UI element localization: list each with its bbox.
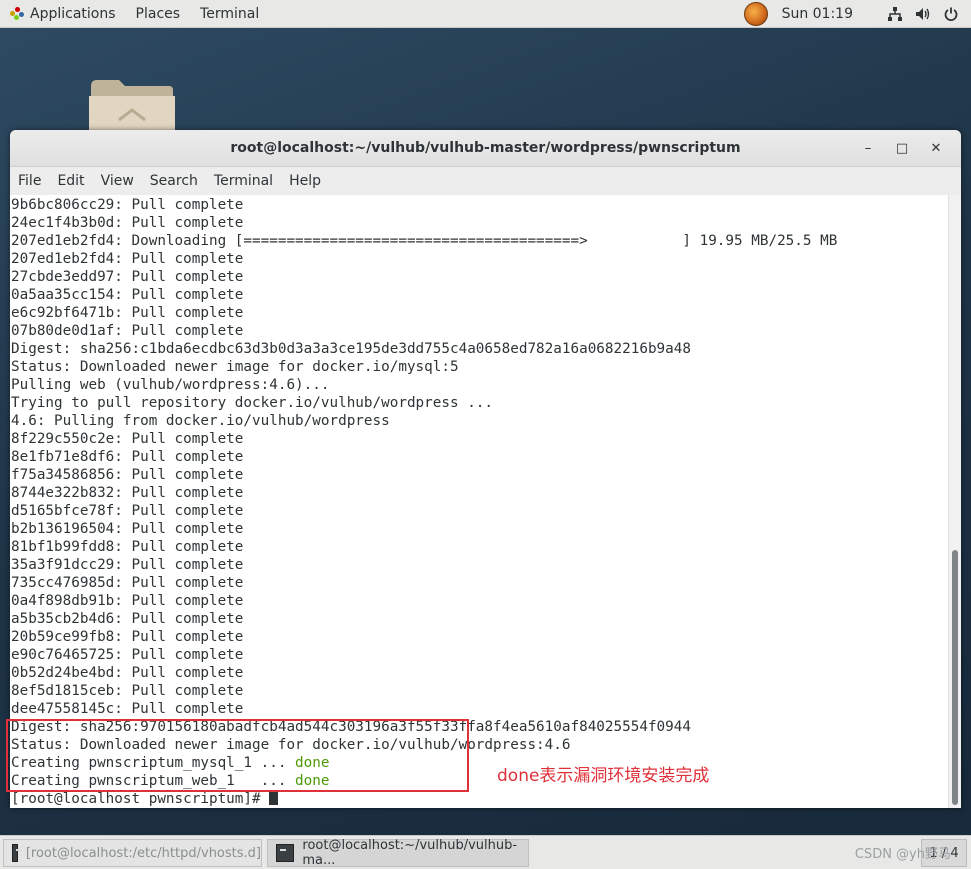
terminal-line: 8f229c550c2e: Pull complete	[11, 431, 244, 447]
menu-help[interactable]: Help	[281, 173, 329, 189]
menu-edit[interactable]: Edit	[49, 173, 92, 189]
annotation-text: done表示漏洞环境安装完成	[497, 766, 710, 786]
terminal-line: 07b80de0d1af: Pull complete	[11, 323, 244, 339]
menu-file[interactable]: File	[10, 173, 49, 189]
close-button[interactable]: ✕	[919, 135, 953, 161]
terminal-line: 735cc476985d: Pull complete	[11, 575, 244, 591]
annotation-highlight-box	[6, 719, 469, 792]
taskbar-item-vhosts[interactable]: [root@localhost:/etc/httpd/vhosts.d]	[3, 839, 262, 867]
network-icon[interactable]	[887, 6, 903, 22]
menu-search[interactable]: Search	[142, 173, 206, 189]
top-panel: Applications Places Terminal Sun 01:19	[0, 0, 971, 28]
terminal-line: 207ed1eb2fd4: Downloading [=============…	[11, 233, 838, 249]
terminal-line: Digest: sha256:c1bda6ecdbc63d3b0d3a3a3ce…	[11, 341, 691, 357]
terminal-line: e6c92bf6471b: Pull complete	[11, 305, 244, 321]
gnome-foot-icon	[10, 6, 24, 21]
power-icon[interactable]	[943, 6, 959, 22]
taskbar-item-label: root@localhost:~/vulhub/vulhub-ma...	[302, 838, 518, 868]
places-menu[interactable]: Places	[126, 0, 191, 27]
terminal-cursor	[269, 790, 279, 805]
terminal-icon	[12, 844, 22, 862]
terminal-output[interactable]: 9b6bc806cc29: Pull complete 24ec1f4b3b0d:…	[10, 195, 949, 808]
terminal-line: dee47558145c: Pull complete	[11, 701, 244, 717]
terminal-line: 24ec1f4b3b0d: Pull complete	[11, 215, 244, 231]
menu-view[interactable]: View	[93, 173, 142, 189]
terminal-line: e90c76465725: Pull complete	[11, 647, 244, 663]
scrollbar[interactable]	[948, 195, 961, 808]
terminal-line: 9b6bc806cc29: Pull complete	[11, 197, 244, 213]
applications-label: Applications	[30, 5, 116, 22]
terminal-line: a5b35cb2b4d6: Pull complete	[11, 611, 244, 627]
window-titlebar[interactable]: root@localhost:~/vulhub/vulhub-master/wo…	[10, 130, 961, 167]
terminal-line: 4.6: Pulling from docker.io/vulhub/wordp…	[11, 413, 390, 429]
home-folder-icon[interactable]	[89, 76, 175, 132]
terminal-line: 20b59ce99fb8: Pull complete	[11, 629, 244, 645]
terminal-icon	[276, 844, 295, 862]
terminal-line: 27cbde3edd97: Pull complete	[11, 269, 244, 285]
window-title: root@localhost:~/vulhub/vulhub-master/wo…	[230, 140, 741, 156]
terminal-window[interactable]: root@localhost:~/vulhub/vulhub-master/wo…	[10, 130, 961, 808]
terminal-line: 8744e322b832: Pull complete	[11, 485, 244, 501]
terminal-line: 207ed1eb2fd4: Pull complete	[11, 251, 244, 267]
volume-icon[interactable]	[915, 6, 931, 22]
terminal-line: 0a4f898db91b: Pull complete	[11, 593, 244, 609]
terminal-line: 81bf1b99fdd8: Pull complete	[11, 539, 244, 555]
terminal-prompt-line[interactable]: [root@localhost pwnscriptum]#	[11, 790, 949, 808]
watermark: CSDN @yh野马	[854, 847, 951, 862]
terminal-line: 35a3f91dcc29: Pull complete	[11, 557, 244, 573]
shell-prompt: [root@localhost pwnscriptum]#	[11, 791, 270, 807]
taskbar: [root@localhost:/etc/httpd/vhosts.d] roo…	[0, 835, 971, 869]
scrollbar-thumb[interactable]	[952, 550, 958, 805]
taskbar-item-label: [root@localhost:/etc/httpd/vhosts.d]	[25, 845, 261, 861]
terminal-line: Status: Downloaded newer image for docke…	[11, 359, 459, 375]
terminal-line: b2b136196504: Pull complete	[11, 521, 244, 537]
terminal-line: 0b52d24be4bd: Pull complete	[11, 665, 244, 681]
taskbar-item-pwnscriptum[interactable]: root@localhost:~/vulhub/vulhub-ma...	[267, 838, 529, 868]
terminal-menu[interactable]: Terminal	[190, 0, 269, 27]
minimize-button[interactable]: –	[851, 135, 885, 161]
menubar: File Edit View Search Terminal Help	[10, 167, 961, 196]
terminal-line: Pulling web (vulhub/wordpress:4.6)...	[11, 377, 330, 393]
clock[interactable]: Sun 01:19	[782, 6, 853, 22]
terminal-line: 8ef5d1815ceb: Pull complete	[11, 683, 244, 699]
terminal-line: 8e1fb71e8df6: Pull complete	[11, 449, 244, 465]
applications-menu[interactable]: Applications	[0, 0, 126, 27]
terminal-line: d5165bfce78f: Pull complete	[11, 503, 244, 519]
maximize-button[interactable]: □	[885, 135, 919, 161]
terminal-line: 0a5aa35cc154: Pull complete	[11, 287, 244, 303]
user-avatar-icon[interactable]	[743, 1, 768, 26]
terminal-line: Trying to pull repository docker.io/vulh…	[11, 395, 494, 411]
menu-terminal[interactable]: Terminal	[206, 173, 281, 189]
terminal-line: f75a34586856: Pull complete	[11, 467, 244, 483]
